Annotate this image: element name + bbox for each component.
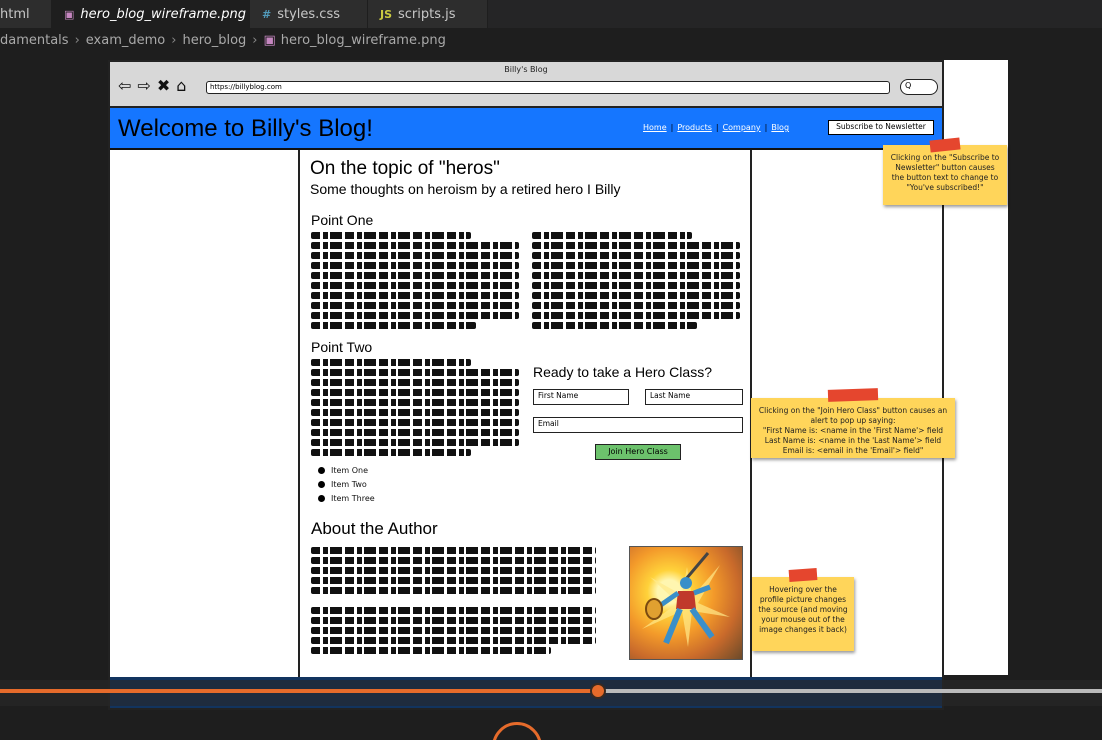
section-about-author: About the Author	[311, 519, 438, 538]
nav-divider: |	[670, 123, 674, 132]
nav-products: Products	[677, 123, 712, 132]
url-bar: https://billyblog.com	[206, 81, 890, 94]
breadcrumb: damentals › exam_demo › hero_blog › ▣ he…	[0, 28, 1102, 52]
last-name-field: Last Name	[645, 389, 743, 405]
section-point-two: Point Two	[311, 339, 373, 355]
chevron-right-icon: ›	[171, 32, 177, 48]
progress-remaining[interactable]	[598, 689, 1102, 693]
subscribe-button: Subscribe to Newsletter	[828, 120, 934, 135]
note-join-line: Last Name is: <name in the 'Last Name'> …	[764, 436, 942, 445]
breadcrumb-item[interactable]: hero_blog	[182, 33, 246, 48]
back-icon: ⇦	[118, 76, 134, 95]
chevron-right-icon: ›	[252, 32, 258, 48]
list-item: Item One	[318, 463, 375, 477]
home-icon: ⌂	[176, 76, 189, 95]
author-profile-picture	[629, 546, 743, 660]
nav-blog: Blog	[771, 123, 790, 132]
editor-window: html ▣ hero_blog_wireframe.png ✕ # style…	[0, 0, 1102, 740]
nav-company: Company	[722, 123, 761, 132]
lorem-block-3	[311, 359, 519, 459]
nav-divider: |	[764, 123, 768, 132]
browser-nav-icons: ⇦ ⇨ ✖ ⌂	[118, 76, 188, 95]
article-content: On the topic of "heros" Some thoughts on…	[310, 158, 750, 197]
breadcrumb-item[interactable]: exam_demo	[86, 33, 165, 48]
left-sidebar	[110, 150, 300, 708]
first-name-field: First Name	[533, 389, 629, 405]
progress-handle[interactable]	[590, 683, 606, 699]
join-hero-class-button: Join Hero Class	[595, 444, 681, 460]
note-join-line: "First Name is: <name in the 'First Name…	[762, 426, 944, 435]
note-join-line: Clicking on the "Join Hero Class" button…	[758, 406, 948, 425]
article-title: On the topic of "heros"	[310, 158, 500, 179]
tab-label: scripts.js	[398, 6, 456, 22]
stop-icon: ✖	[156, 76, 173, 95]
bullet-list: Item One Item Two Item Three	[318, 463, 375, 505]
forward-icon: ⇨	[137, 76, 153, 95]
site-heading: Welcome to Billy's Blog!	[118, 115, 373, 142]
note-tape	[827, 388, 879, 402]
list-item: Item Two	[318, 477, 375, 491]
lorem-block-4	[311, 547, 596, 657]
browser-titlebar: Billy's Blog ⇦ ⇨ ✖ ⌂ https://billyblog.c…	[110, 62, 942, 108]
tab-hero-blog-wireframe[interactable]: ▣ hero_blog_wireframe.png ✕	[52, 0, 265, 28]
tab-label: html	[0, 6, 30, 22]
css-file-icon: #	[262, 7, 272, 21]
editor-tab-bar: html ▣ hero_blog_wireframe.png ✕ # style…	[0, 0, 1102, 28]
note-hover-text: Hovering over the profile picture change…	[758, 585, 848, 634]
nav-home: Home	[643, 123, 667, 132]
tab-label: styles.css	[277, 6, 340, 22]
site-nav: Home | Products | Company | Blog	[643, 123, 789, 132]
nav-divider: |	[715, 123, 719, 132]
image-icon: ▣	[263, 32, 276, 48]
site-header: Welcome to Billy's Blog! Home | Products |…	[110, 108, 942, 150]
tab-styles-css[interactable]: # styles.css	[250, 0, 368, 28]
note-subscribe: Clicking on the "Subscribe to Newsletter…	[883, 145, 1007, 205]
list-item: Item Three	[318, 491, 375, 505]
lorem-block-1	[311, 232, 519, 332]
hero-illustration	[642, 552, 730, 647]
breadcrumb-item[interactable]: damentals	[0, 33, 69, 48]
video-control-bar	[0, 680, 1102, 706]
section-point-one: Point One	[311, 212, 374, 228]
note-hover: Hovering over the profile picture change…	[752, 577, 854, 651]
js-file-icon: JS	[380, 7, 393, 21]
tab-scripts-js[interactable]: JS scripts.js	[368, 0, 488, 28]
lorem-block-2	[532, 232, 740, 332]
progress-played[interactable]	[0, 689, 598, 693]
play-button[interactable]	[492, 722, 542, 740]
note-tape	[788, 568, 818, 582]
note-join-line: Email is: <email in the 'Email'> field"	[782, 446, 924, 455]
browser-title: Billy's Blog	[504, 65, 548, 74]
tab-html[interactable]: html	[0, 0, 52, 28]
search-icon: Q	[900, 79, 938, 95]
note-subscribe-text: Clicking on the "Subscribe to Newsletter…	[890, 153, 1000, 192]
article-subtitle: Some thoughts on heroism by a retired he…	[310, 181, 621, 197]
breadcrumb-item[interactable]: hero_blog_wireframe.png	[281, 33, 446, 48]
email-field: Email	[533, 417, 743, 433]
note-join: Clicking on the "Join Hero Class" button…	[751, 398, 955, 458]
tab-label: hero_blog_wireframe.png	[80, 6, 247, 22]
chevron-right-icon: ›	[74, 32, 80, 48]
form-heading: Ready to take a Hero Class?	[533, 364, 712, 380]
image-icon: ▣	[64, 7, 75, 21]
